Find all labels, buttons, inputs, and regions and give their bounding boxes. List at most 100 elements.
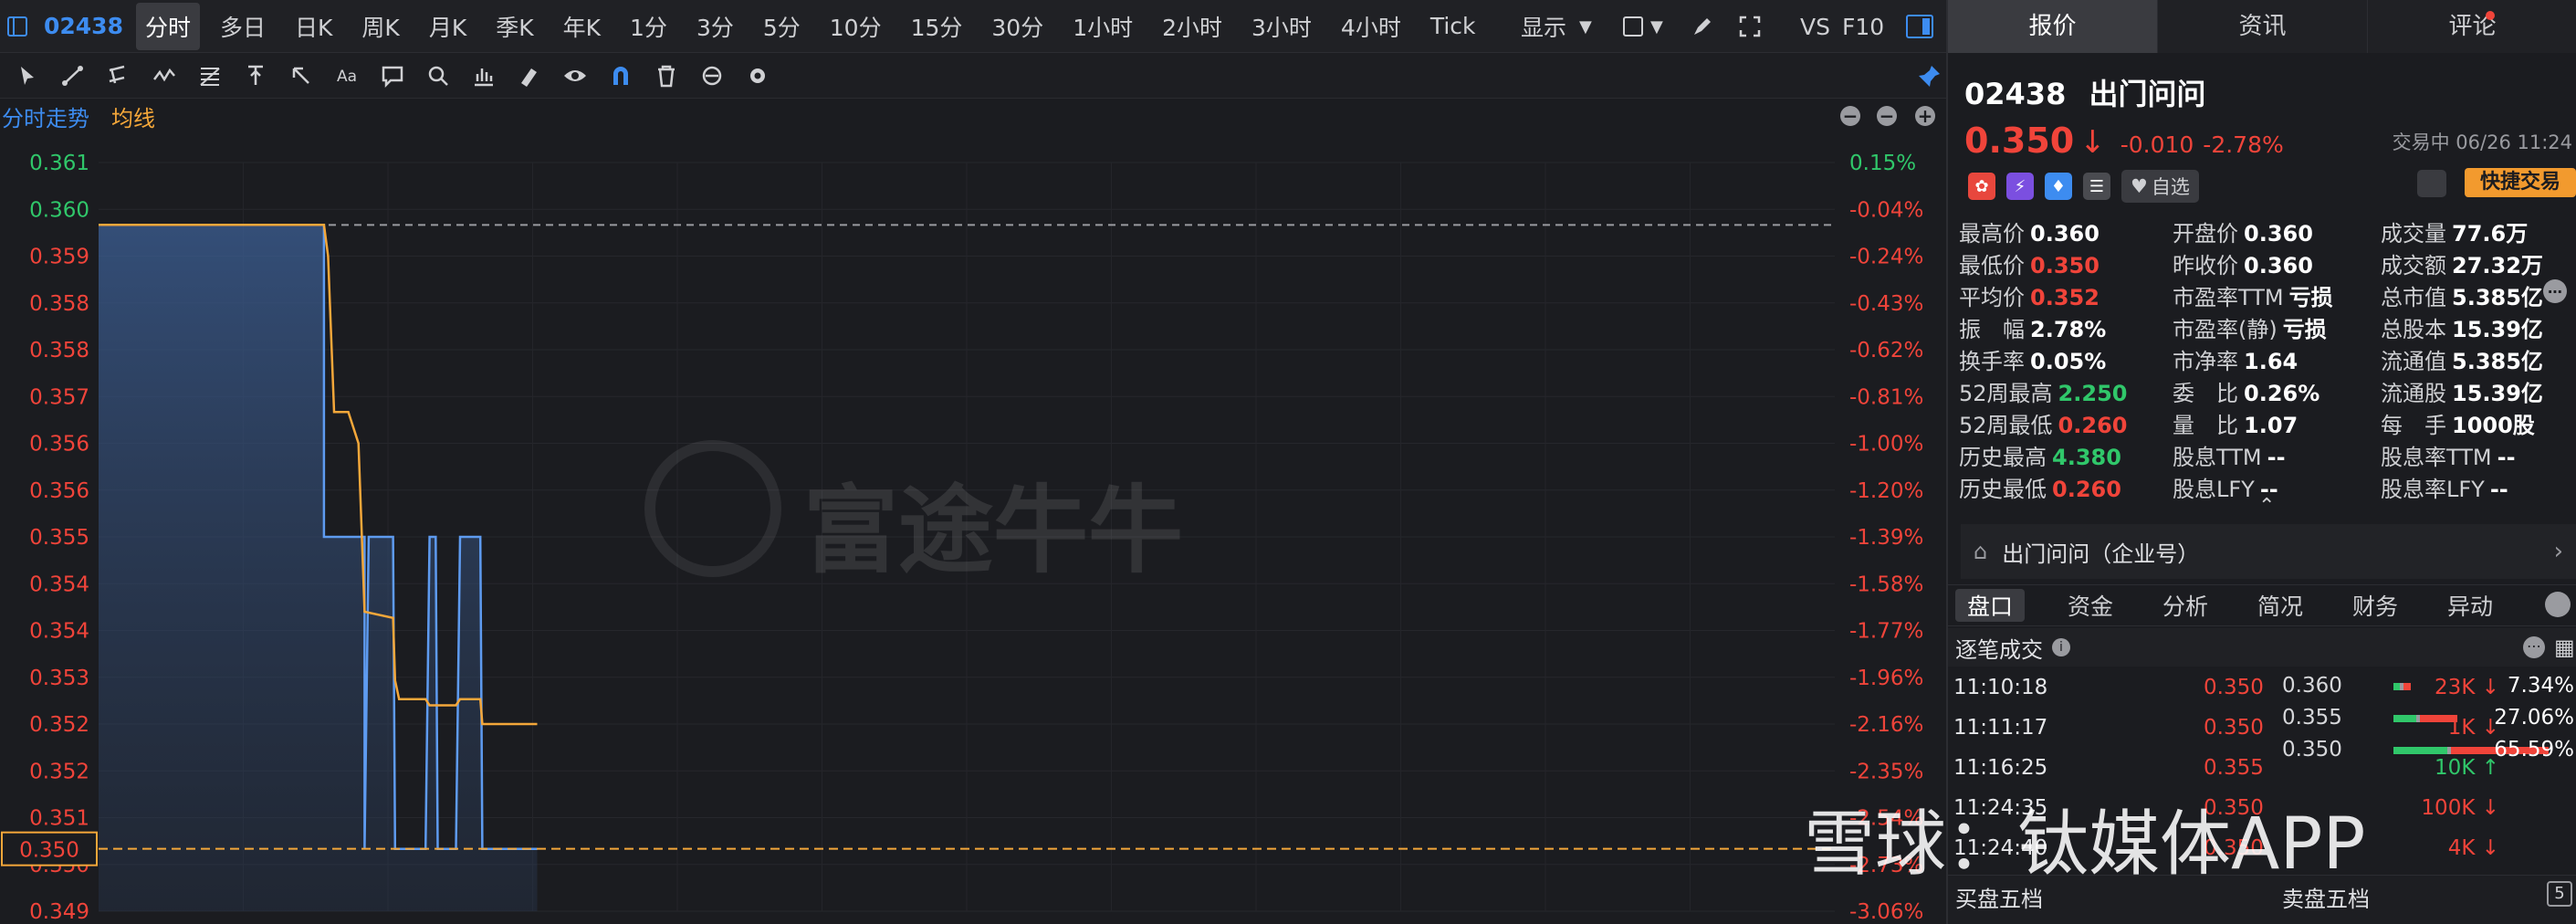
stat-label: 开盘价 <box>2173 221 2238 247</box>
trade-time: 11:11:17 <box>1953 716 2048 740</box>
stat-item: 股息率TTM -- <box>2381 439 2516 471</box>
pct-tick-label: -1.20% <box>1849 479 1923 503</box>
detail-tab[interactable]: 资金 <box>2043 589 2138 622</box>
detail-tab[interactable]: 简况 <box>2233 589 2328 622</box>
detail-tab[interactable]: 盘口 <box>1955 589 2025 622</box>
stat-value: 亏损 <box>2288 285 2333 310</box>
stat-item: 总股本 15.39亿 <box>2381 311 2543 343</box>
trade-qty: 4K ↓ <box>2447 836 2499 860</box>
stat-item: 最低价 0.350 <box>1959 247 2100 279</box>
heart-icon: ♥ <box>2131 175 2148 197</box>
pct-tick-label: -2.16% <box>1849 713 1923 737</box>
stat-value: 0.352 <box>2030 285 2100 310</box>
depth-selector[interactable]: 5 <box>2547 881 2572 907</box>
detail-tab[interactable]: 财务 <box>2328 589 2423 622</box>
more-options-icon[interactable]: ⋯ <box>2523 636 2545 658</box>
futu-logo-watermark <box>644 440 781 577</box>
stat-label: 股息率LFY <box>2381 477 2485 502</box>
stat-label: 52周最高 <box>1959 381 2053 406</box>
distribution-pct: 27.06% <box>2494 706 2574 730</box>
stat-value: 0.26% <box>2244 381 2320 406</box>
stat-value: 0.360 <box>2030 221 2100 247</box>
pct-tick-label: -0.81% <box>1849 385 1923 409</box>
stat-label: 平均价 <box>1959 285 2025 310</box>
distribution-row: 0.350 65.59% <box>2282 738 2574 774</box>
price-tick-label: 0.349 <box>29 900 89 924</box>
stat-value: -- <box>2267 445 2286 470</box>
stat-item: 换手率 0.05% <box>1959 343 2106 375</box>
stat-item: 历史最高 4.380 <box>1959 439 2121 471</box>
stat-item: 股息TTM -- <box>2173 439 2286 471</box>
enterprise-account-row[interactable]: ⌂ 出门问问（企业号） › <box>1961 524 2576 579</box>
stat-label: 最低价 <box>1959 253 2025 278</box>
pct-tick-label: -1.96% <box>1849 667 1923 690</box>
stat-value: 15.39亿 <box>2452 317 2543 342</box>
stat-label: 量 比 <box>2173 413 2238 438</box>
document-icon[interactable]: ☰ <box>2083 173 2110 200</box>
stat-label: 流通股 <box>2381 381 2446 406</box>
stat-item: 成交额 27.32万 <box>2381 247 2543 279</box>
bell-icon[interactable] <box>2417 170 2446 197</box>
info-icon[interactable]: i <box>2052 638 2070 656</box>
quick-trade-button[interactable]: 快捷交易 <box>2465 168 2576 197</box>
stat-item: 52周最低 0.260 <box>1959 407 2127 439</box>
more-icon[interactable]: ⋯ <box>2543 279 2567 303</box>
grid-view-icon[interactable]: ▦ <box>2554 635 2575 660</box>
stat-label: 成交量 <box>2381 221 2446 247</box>
detail-tab[interactable]: 分析 <box>2138 589 2233 622</box>
price-tick-label: 0.358 <box>29 339 89 362</box>
pct-tick-label: -0.24% <box>1849 246 1923 269</box>
add-watchlist-button[interactable]: ♥ 自选 <box>2121 170 2199 203</box>
price-area <box>99 225 538 912</box>
stat-label: 总股本 <box>2381 317 2446 342</box>
tag-icon[interactable]: ♦ <box>2045 173 2072 200</box>
price-change: -0.010 <box>2120 131 2194 158</box>
stat-item: 市净率 1.64 <box>2173 343 2298 375</box>
stat-item: 历史最低 0.260 <box>1959 471 2121 503</box>
stock-name: 出门问问 <box>2089 77 2206 111</box>
distribution-price: 0.360 <box>2282 674 2342 698</box>
detail-tab[interactable]: 异动 <box>2423 589 2518 622</box>
stat-value: 1.07 <box>2244 413 2299 438</box>
stat-item: 量 比 1.07 <box>2173 407 2298 439</box>
price-tick-label: 0.359 <box>29 246 89 269</box>
stat-label: 股息LFY <box>2173 477 2255 502</box>
price-tick-label: 0.356 <box>29 479 89 503</box>
pct-tick-label: -1.00% <box>1849 433 1923 457</box>
tab-news[interactable]: 资讯 <box>2158 0 2368 53</box>
trade-time: 11:16:25 <box>1953 756 2048 780</box>
price-row: 0.350 ↓ -0.010 -2.78% <box>1964 121 2284 161</box>
price-tick-label: 0.354 <box>29 572 89 596</box>
detail-tabs: 盘口 资金 分析 简况 财务 异动 <box>1948 584 2576 626</box>
tab-quote[interactable]: 报价 <box>1948 0 2158 53</box>
hk-flag-icon[interactable]: ✿ <box>1968 173 1995 200</box>
stat-item: 市盈率(静) 亏损 <box>2173 311 2327 343</box>
xueqiu-watermark: 雪球：钛媒体APP <box>1804 803 2366 886</box>
stat-label: 昨收价 <box>2173 253 2238 278</box>
stat-label: 市净率 <box>2173 349 2238 374</box>
arrow-down-icon: ↓ <box>2475 796 2499 820</box>
distribution-price: 0.355 <box>2282 706 2342 730</box>
stat-label: 市盈率TTM <box>2173 285 2284 310</box>
stat-value: 4.380 <box>2052 445 2121 470</box>
stat-value: -- <box>2497 445 2516 470</box>
stat-value: 0.05% <box>2030 349 2107 374</box>
distribution-price: 0.350 <box>2282 738 2342 761</box>
distribution-pct: 65.59% <box>2494 738 2574 761</box>
gear-icon[interactable] <box>2545 592 2571 617</box>
collapse-caret-icon[interactable]: ⌃ <box>2258 495 2275 518</box>
stat-value: 0.350 <box>2030 253 2100 278</box>
tab-comments[interactable]: 评论 <box>2368 0 2576 53</box>
trade-price: 0.350 <box>2204 676 2264 699</box>
pct-tick-label: -1.77% <box>1849 620 1923 644</box>
stock-code-label: 02438 <box>1964 77 2067 111</box>
price-tick-label: 0.352 <box>29 713 89 737</box>
lightning-icon[interactable]: ⚡ <box>2006 173 2034 200</box>
trades-header: 逐笔成交 i ⋯ ▦ <box>1948 628 2576 667</box>
current-price-label: 0.350 <box>19 839 79 863</box>
badge-row: ✿ ⚡ ♦ ☰ ♥ 自选 <box>1968 170 2199 203</box>
stat-item: 股息率LFY -- <box>2381 471 2508 503</box>
stat-value: 0.360 <box>2244 221 2313 247</box>
stat-value: 2.78% <box>2030 317 2107 342</box>
arrow-down-icon: ↓ <box>2079 124 2106 161</box>
